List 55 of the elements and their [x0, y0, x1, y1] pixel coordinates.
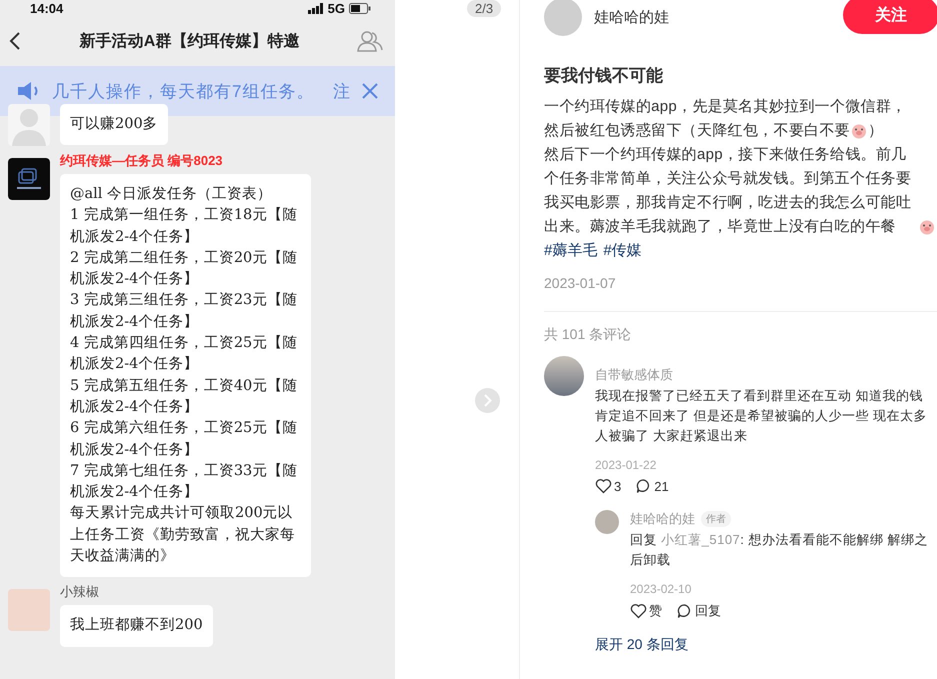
replier-avatar	[595, 510, 619, 534]
message-line: 我上班都赚不到200	[70, 616, 203, 636]
message-line: 可以赚200多	[70, 114, 158, 134]
hashtag-link[interactable]: #传媒	[603, 239, 642, 263]
notice-text: 几千人操作，每天都有7组任务。	[52, 80, 316, 102]
sender-name: 约珥传媒—任务员 编号8023	[60, 152, 224, 170]
battery-icon	[349, 2, 371, 14]
reply-date: 2023-02-10	[630, 582, 692, 596]
message-line: 4 完成第四组任务，工资25元【随机派发2-4个任务】	[70, 334, 298, 374]
back-icon[interactable]	[8, 31, 22, 51]
note-body-text: 一个约珥传媒的app，先是莫名其妙拉到一个微信群，	[544, 97, 907, 117]
page-indicator: 2/3	[467, 0, 502, 17]
notice-text: 注	[333, 80, 351, 102]
chat-title: 新手活动A群【约珥传媒】特邀	[78, 31, 300, 52]
note-title: 要我付钱不可能	[544, 65, 664, 87]
expand-replies-link[interactable]: 展开 20 条回复	[595, 636, 937, 654]
avatar-silhouette-icon	[8, 104, 50, 146]
note-body-text: ）	[868, 121, 884, 141]
comment-count: 共 101 条评论	[544, 326, 632, 344]
commenter-avatar	[544, 356, 584, 396]
status-time: 14:04	[30, 0, 64, 16]
chat-logo-icon	[8, 158, 50, 200]
reply-button[interactable]: 21	[635, 478, 669, 494]
author-name[interactable]: 娃哈哈的娃	[594, 8, 831, 26]
reply-text: 回复 小红薯_5107: 想办法看看能不能解绑 解绑之后卸载	[630, 531, 930, 569]
pig-face-icon	[919, 219, 935, 235]
message-line: 1 完成第一组任务，工资18元【随机派发2-4个任务】	[70, 206, 298, 247]
message-line: 5 完成第五组任务，工资40元【随机派发2-4个任务】	[70, 376, 298, 417]
author-badge: 作者	[701, 511, 731, 527]
signal-icon	[308, 2, 324, 14]
reply-button[interactable]: 回复	[676, 602, 721, 620]
close-icon[interactable]	[361, 82, 379, 100]
like-button[interactable]: 3	[595, 478, 622, 494]
like-button[interactable]: 赞	[630, 602, 662, 620]
author-avatar	[544, 0, 582, 36]
message-line: 6 完成第六组任务，工资25元【随机派发2-4个任务】	[70, 418, 298, 460]
pig-face-icon	[851, 123, 867, 139]
comment-icon[interactable]	[676, 603, 693, 619]
note-date: 2023-01-07	[544, 275, 617, 291]
comment-text: 我现在报警了已经五天了看到群里还在互动 知道我的钱肯定追不回来了 但是还是希望被骗的人少一些 现在太多人被骗了 大家赶紧退出来	[595, 387, 928, 445]
note-body-text: 然后下一个约珥传媒的app，接下来做任务给钱。前几个任务非常简单，关注公众号就发钱。到第五个任务要我买电影票，那我肯定不行啊，吃进去的我怎么可能吐出来。薅波羊毛我就跑了，毕竟世上没有白吃的午餐	[544, 145, 912, 237]
message-line: 7 完成第七组任务，工资33元【随机派发2-4个任务】	[70, 462, 298, 502]
network-label: 5G	[328, 0, 345, 16]
message-line: 2 完成第二组任务，工资20元【随机派发2-4个任务】	[70, 248, 298, 290]
heart-icon[interactable]	[595, 478, 612, 494]
message-line: @all 今日派发任务（工资表）	[70, 185, 274, 204]
sender-name: 小辣椒	[60, 583, 100, 602]
hashtag-link[interactable]: #薅羊毛	[544, 239, 598, 263]
heart-icon[interactable]	[630, 603, 647, 619]
avatar-photo-placeholder	[8, 589, 50, 632]
message-line: 每天累计完成共计可领取200元以上任务工资《勤劳致富，祝大家每天收益满满的》	[70, 504, 296, 566]
message-line: 3 完成第三组任务，工资23元【随机派发2-4个任务】	[70, 290, 298, 332]
comment-date: 2023-01-22	[595, 458, 658, 472]
note-body-text: 然后被红包诱惑留下（天降红包，不要白不要	[544, 121, 850, 141]
follow-button[interactable]: 关注	[843, 0, 937, 34]
